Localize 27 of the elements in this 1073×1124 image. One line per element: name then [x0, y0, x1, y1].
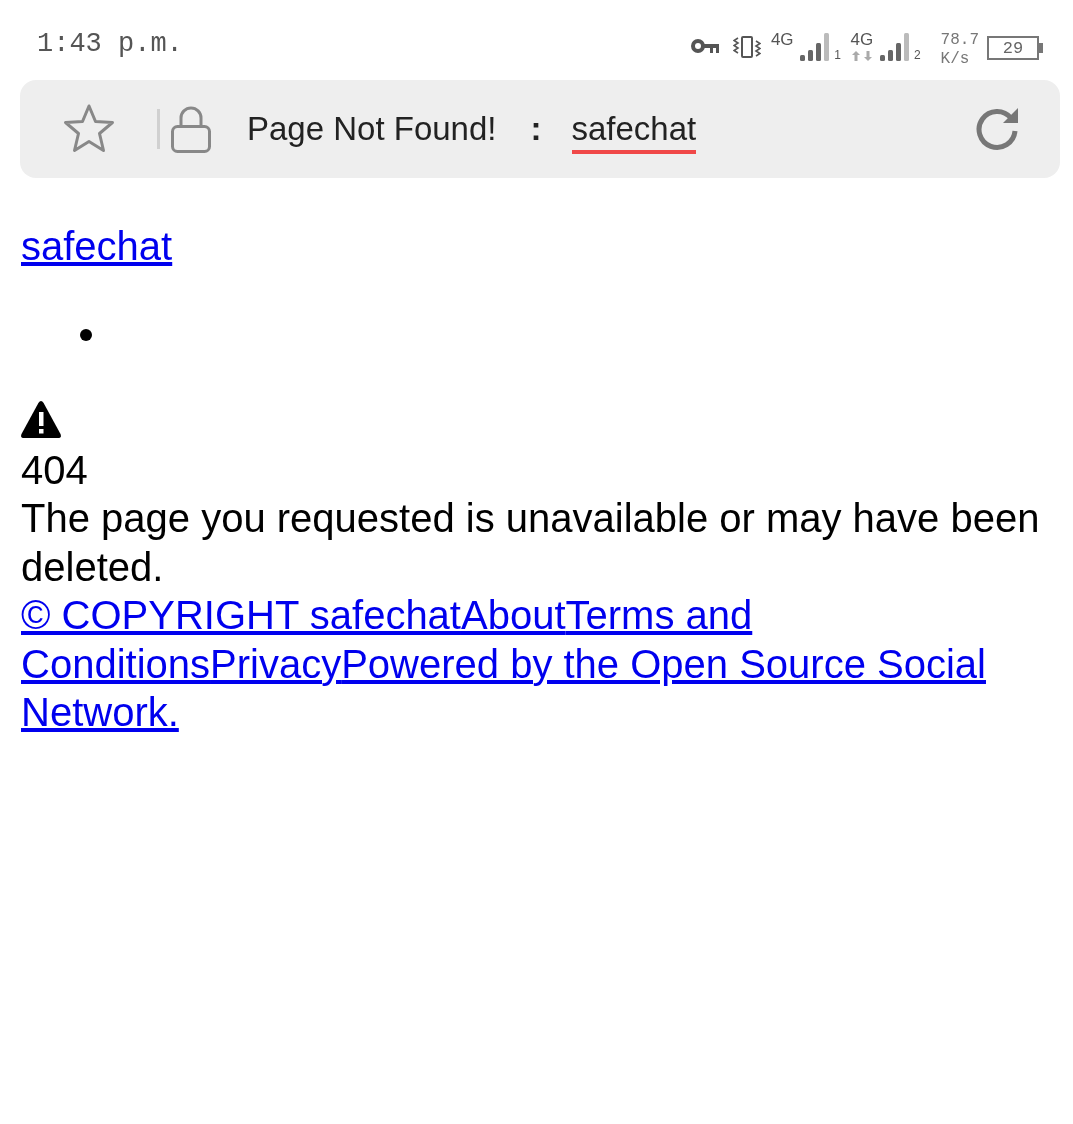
site-name: safechat [571, 110, 697, 154]
site-link[interactable]: safechat [21, 222, 173, 271]
footer-links[interactable]: © COPYRIGHT safechatAboutTerms and ConditionsPrivacyPowered by the Open Source Social Network. [21, 591, 1053, 737]
lock-icon [171, 105, 211, 153]
error-message: The page you requested is unavailable or may have been deleted. [21, 495, 1041, 591]
network-speed: 78.7 [940, 32, 979, 48]
vibrate-icon [733, 36, 762, 58]
star-icon[interactable] [63, 104, 115, 154]
key-icon [691, 39, 720, 53]
signal-icon [879, 33, 910, 61]
network-type: 4G [850, 32, 874, 48]
title-separator: : [530, 110, 542, 148]
reload-icon[interactable] [974, 106, 1020, 152]
warning-icon [21, 400, 61, 438]
network-type: 4G [770, 32, 794, 48]
footer-link[interactable]: © COPYRIGHT safechat [21, 593, 461, 637]
footer-link[interactable]: Privacy [210, 641, 342, 686]
status-time: 1:43 p.m. [37, 29, 183, 59]
signal-icon [800, 33, 831, 61]
error-code: 404 [21, 446, 89, 494]
footer-link[interactable]: About [461, 593, 566, 637]
battery-indicator: 29 [987, 36, 1043, 60]
page-title: Page Not Found! [247, 110, 497, 148]
sim-slot-number: 1 [834, 50, 841, 61]
sim-slot-number: 2 [913, 50, 921, 61]
bullet-icon [80, 328, 92, 341]
speed-unit: K/s [940, 51, 971, 67]
